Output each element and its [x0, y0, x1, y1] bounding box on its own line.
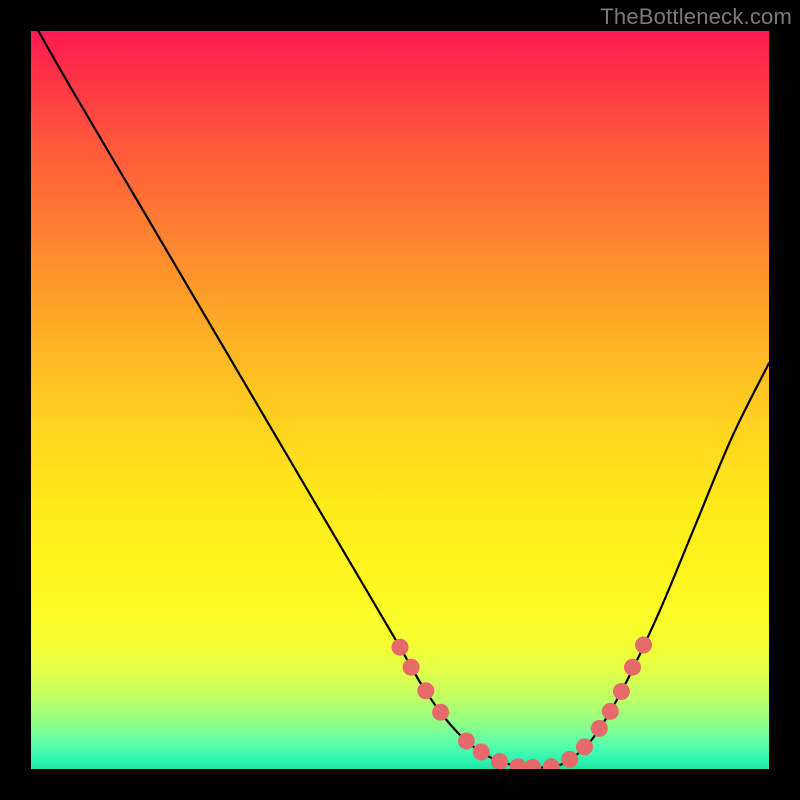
- bottleneck-curve: [38, 31, 769, 768]
- curve-marker: [624, 659, 641, 676]
- curve-marker: [432, 704, 449, 721]
- chart-svg: [31, 31, 769, 769]
- chart-plot-area: [31, 31, 769, 769]
- curve-marker: [403, 659, 420, 676]
- curve-marker: [510, 758, 527, 769]
- curve-marker: [417, 682, 434, 699]
- watermark-text: TheBottleneck.com: [600, 4, 792, 30]
- curve-marker: [392, 639, 409, 656]
- curve-marker: [602, 703, 619, 720]
- curve-markers: [392, 637, 653, 770]
- curve-marker: [524, 759, 541, 769]
- curve-marker: [561, 751, 578, 768]
- curve-marker: [491, 753, 508, 769]
- curve-marker: [458, 733, 475, 750]
- curve-marker: [473, 744, 490, 761]
- curve-marker: [543, 758, 560, 769]
- curve-marker: [576, 738, 593, 755]
- curve-marker: [591, 720, 608, 737]
- curve-marker: [635, 637, 652, 654]
- chart-frame: TheBottleneck.com: [0, 0, 800, 800]
- curve-marker: [613, 683, 630, 700]
